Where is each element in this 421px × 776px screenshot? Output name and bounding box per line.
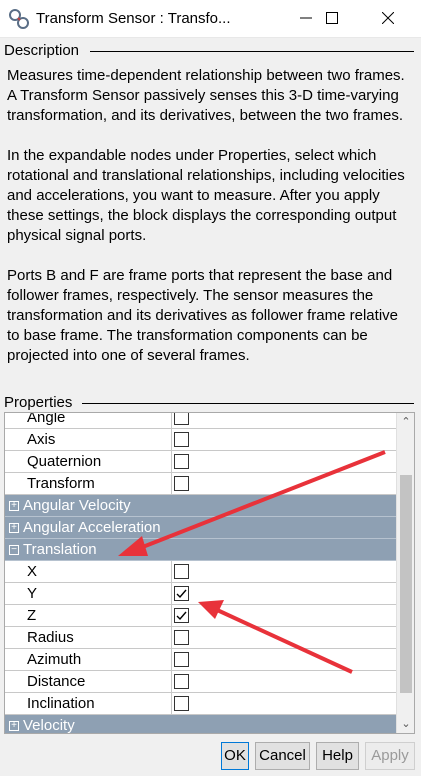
property-label: Y xyxy=(5,583,172,605)
property-checkbox[interactable] xyxy=(174,432,189,447)
property-checkbox[interactable] xyxy=(174,696,189,711)
property-checkbox[interactable] xyxy=(174,586,189,601)
property-label: Distance xyxy=(5,671,172,693)
expand-icon[interactable]: + xyxy=(9,523,19,533)
description-divider xyxy=(90,51,414,52)
property-label: Angle xyxy=(5,413,172,429)
property-label: Z xyxy=(5,605,172,627)
property-checkbox[interactable] xyxy=(174,630,189,645)
close-icon xyxy=(382,12,394,24)
property-group-label: Translation xyxy=(23,541,97,558)
collapse-icon[interactable]: − xyxy=(9,545,19,555)
property-row-x: X xyxy=(5,561,397,583)
property-label: Azimuth xyxy=(5,649,172,671)
property-label: Radius xyxy=(5,627,172,649)
checkmark-icon xyxy=(176,589,187,599)
property-row-z: Z xyxy=(5,605,397,627)
property-row-radius: Radius xyxy=(5,627,397,649)
property-label: X xyxy=(5,561,172,583)
property-checkbox[interactable] xyxy=(174,608,189,623)
property-row-quaternion: Quaternion xyxy=(5,451,397,473)
property-group-label: Velocity xyxy=(23,717,75,734)
properties-table[interactable]: Angle Axis Quaternion Transform + Angular Vel… xyxy=(4,412,415,734)
description-heading: Description xyxy=(4,42,84,59)
description-paragraph: Measures time-dependent relationship bet… xyxy=(7,67,405,124)
property-row-angle: Angle xyxy=(5,413,397,429)
property-row-transform: Transform xyxy=(5,473,397,495)
description-text: Measures time-dependent relationship bet… xyxy=(7,66,412,386)
property-label: Quaternion xyxy=(5,451,172,473)
property-checkbox[interactable] xyxy=(174,454,189,469)
property-group-angular-acceleration[interactable]: + Angular Acceleration xyxy=(5,517,397,539)
maximize-icon xyxy=(326,12,338,24)
expand-icon[interactable]: + xyxy=(9,501,19,511)
property-checkbox[interactable] xyxy=(174,674,189,689)
scroll-down-icon[interactable]: ⌄ xyxy=(397,715,414,733)
checkmark-icon xyxy=(176,611,187,621)
window-title: Transform Sensor : Transfo... xyxy=(36,10,231,27)
property-rows: Angle Axis Quaternion Transform + Angular Vel… xyxy=(5,413,397,734)
property-group-velocity[interactable]: + Velocity xyxy=(5,715,397,734)
property-row-azimuth: Azimuth xyxy=(5,649,397,671)
property-checkbox[interactable] xyxy=(174,564,189,579)
cancel-button[interactable]: Cancel xyxy=(255,742,310,770)
properties-heading: Properties xyxy=(4,394,77,411)
property-row-distance: Distance xyxy=(5,671,397,693)
maximize-button[interactable] xyxy=(309,0,355,36)
apply-button: Apply xyxy=(365,742,415,770)
close-button[interactable] xyxy=(365,0,411,36)
property-label: Axis xyxy=(5,429,172,451)
property-group-label: Angular Velocity xyxy=(23,497,131,514)
properties-scrollbar[interactable]: ⌃ ⌄ xyxy=(396,413,414,733)
properties-divider xyxy=(82,403,414,404)
description-paragraph: In the expandable nodes under Properties… xyxy=(7,147,405,244)
simulink-block-icon xyxy=(9,9,29,29)
property-group-angular-velocity[interactable]: + Angular Velocity xyxy=(5,495,397,517)
property-group-translation[interactable]: − Translation xyxy=(5,539,397,561)
property-label: Transform xyxy=(5,473,172,495)
property-row-y: Y xyxy=(5,583,397,605)
property-group-label: Angular Acceleration xyxy=(23,519,161,536)
scroll-up-icon[interactable]: ⌃ xyxy=(397,413,414,431)
ok-button[interactable]: OK xyxy=(221,742,249,770)
property-checkbox[interactable] xyxy=(174,476,189,491)
expand-icon[interactable]: + xyxy=(9,721,19,731)
description-paragraph: Ports B and F are frame ports that repre… xyxy=(7,267,398,364)
property-row-axis: Axis xyxy=(5,429,397,451)
scrollbar-thumb[interactable] xyxy=(400,475,412,693)
property-row-inclination: Inclination xyxy=(5,693,397,715)
property-label: Inclination xyxy=(5,693,172,715)
title-bar: Transform Sensor : Transfo... xyxy=(0,0,421,38)
help-button[interactable]: Help xyxy=(316,742,359,770)
property-checkbox[interactable] xyxy=(174,413,189,425)
property-checkbox[interactable] xyxy=(174,652,189,667)
